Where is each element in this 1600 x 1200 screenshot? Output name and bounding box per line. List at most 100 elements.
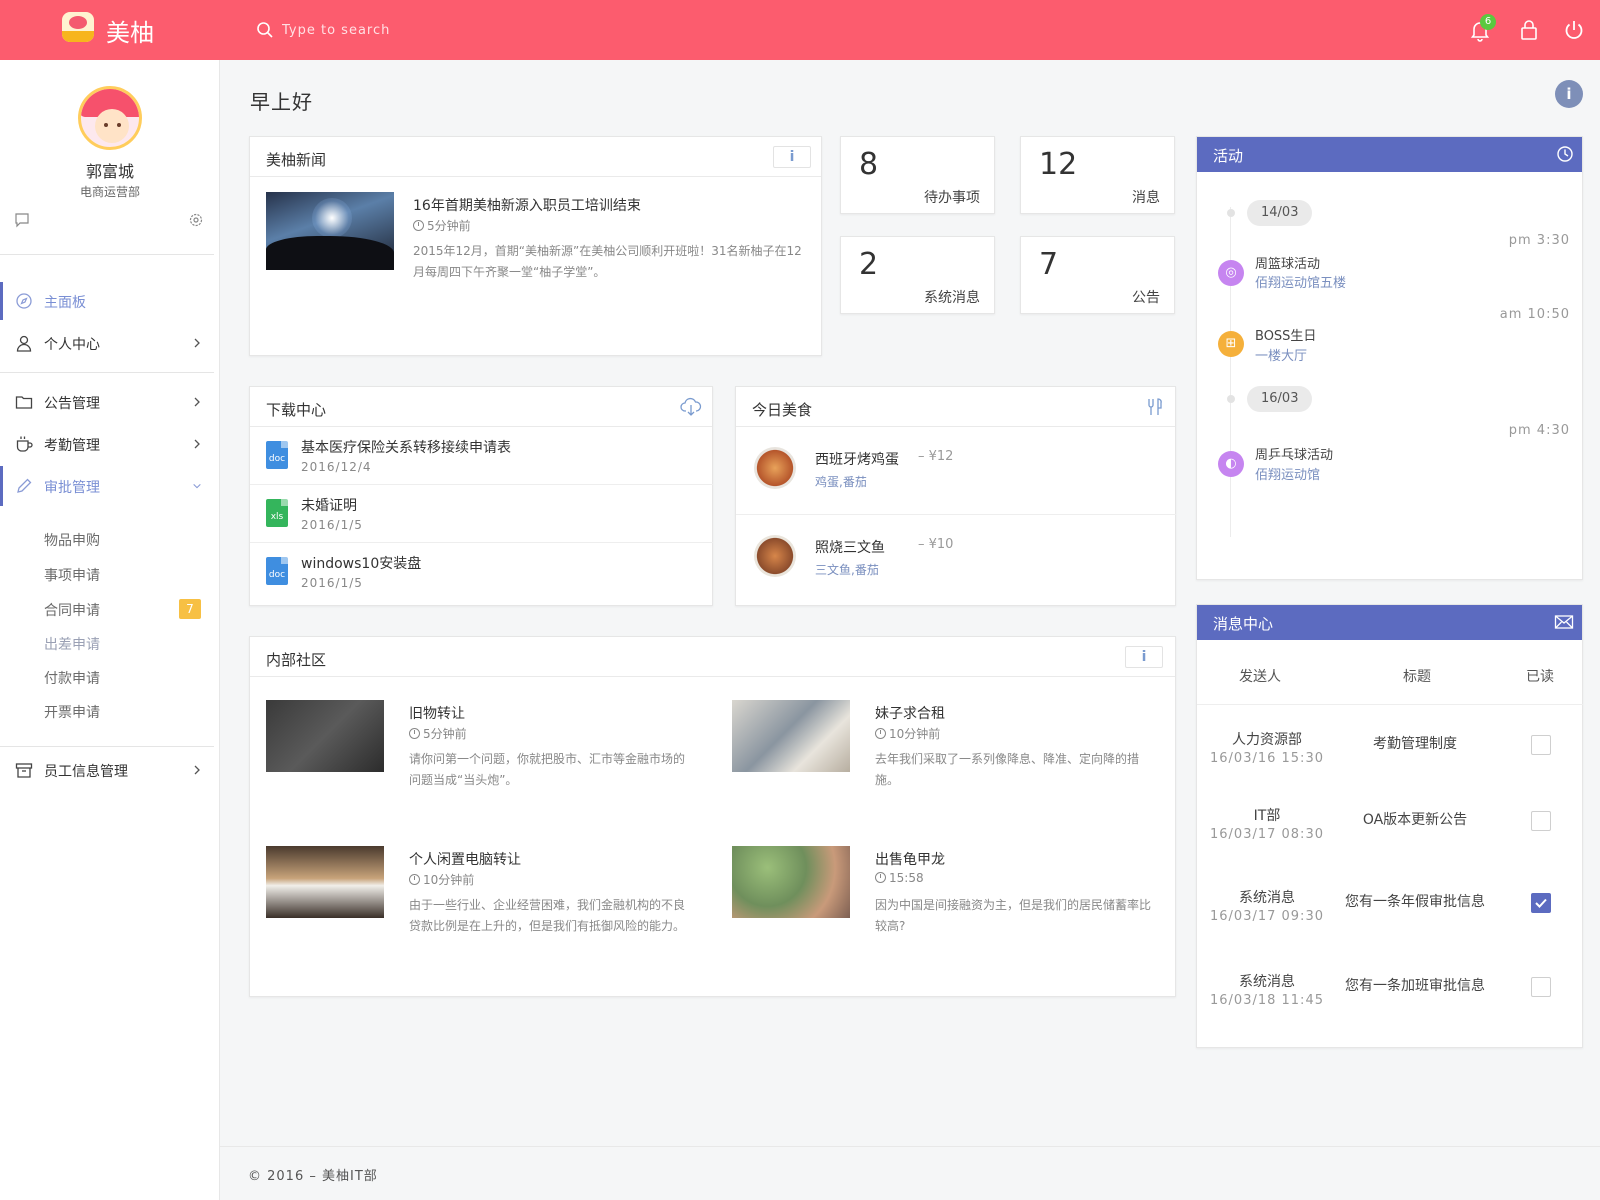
pencil-icon — [17, 478, 32, 493]
sidebar-item-dashboard[interactable]: 主面板 — [0, 281, 214, 321]
food-price: – ¥12 — [918, 449, 954, 464]
read-checkbox[interactable] — [1531, 811, 1551, 831]
sidebar-item-announcements[interactable]: 公告管理 — [0, 382, 214, 422]
timeline-line — [1230, 207, 1231, 537]
list-item[interactable]: 照烧三文鱼 – ¥10 三文鱼,番茄 — [736, 515, 1176, 603]
info-icon[interactable]: i — [1555, 80, 1583, 108]
table-row[interactable]: 系统消息 16/03/18 11:45 您有一条加班审批信息 — [1197, 955, 1583, 1035]
column-header: 标题 — [1403, 669, 1431, 685]
clock-icon — [875, 728, 886, 739]
sidebar-item-approval[interactable]: 审批管理 — [0, 466, 214, 506]
list-item[interactable]: 西班牙烤鸡蛋 – ¥12 鸡蛋,番茄 — [736, 427, 1176, 515]
user-icon — [16, 335, 32, 352]
check-icon — [1535, 898, 1547, 908]
msg-time: 16/03/17 09:30 — [1210, 909, 1324, 924]
utensils-icon[interactable] — [1144, 397, 1164, 417]
app-name[interactable]: 美柚 — [106, 13, 154, 48]
stat-card-todo[interactable]: 8 待办事项 — [840, 136, 995, 214]
post-title[interactable]: 旧物转让 — [409, 703, 465, 723]
news-item-time: 5分钟前 — [413, 217, 471, 234]
sidebar-subitem-matter[interactable]: 事项申请 — [44, 565, 100, 585]
stat-value: 2 — [859, 247, 879, 282]
file-name: 基本医疗保险关系转移接续申请表 — [301, 440, 511, 456]
event-title[interactable]: 周乒乓球活动 — [1255, 444, 1333, 463]
food-tags: 三文鱼,番茄 — [815, 563, 879, 577]
table-row[interactable]: 系统消息 16/03/17 09:30 您有一条年假审批信息 — [1197, 871, 1583, 951]
avatar[interactable] — [78, 86, 142, 150]
sidebar-item-profile[interactable]: 个人中心 — [0, 323, 214, 363]
notification-badge: 6 — [1480, 14, 1496, 30]
post-title[interactable]: 出售龟甲龙 — [875, 849, 945, 869]
event-title[interactable]: BOSS生日 — [1255, 325, 1316, 344]
cloud-download-icon[interactable] — [680, 397, 702, 417]
sidebar-divider — [0, 746, 214, 747]
sidebar-subitem-trip[interactable]: 出差申请 — [44, 634, 100, 654]
message-icon[interactable] — [14, 212, 30, 228]
stat-value: 12 — [1039, 147, 1078, 182]
stat-card-messages[interactable]: 12 消息 — [1020, 136, 1175, 214]
event-title[interactable]: 周篮球活动 — [1255, 253, 1320, 272]
timeline-dot — [1227, 209, 1235, 217]
event-place: 佰翔运动馆五楼 — [1255, 276, 1347, 291]
lock-icon[interactable] — [1517, 18, 1541, 42]
read-checkbox[interactable] — [1531, 735, 1551, 755]
post-image[interactable] — [266, 700, 384, 772]
sidebar-subitem-invoice[interactable]: 开票申请 — [44, 702, 100, 722]
post-image[interactable] — [732, 700, 850, 772]
logo-icon[interactable] — [62, 12, 94, 42]
dashboard-icon — [16, 293, 32, 309]
post-image[interactable] — [266, 846, 384, 918]
sidebar-subitem-purchase[interactable]: 物品申购 — [44, 530, 100, 550]
sidebar — [0, 60, 220, 1200]
msg-title: OA版本更新公告 — [1362, 812, 1468, 828]
envelope-icon[interactable] — [1554, 614, 1574, 630]
post-time: 10分钟前 — [409, 871, 474, 888]
doc-file-icon: doc — [266, 557, 288, 585]
search-icon[interactable] — [256, 21, 274, 39]
sidebar-item-staff[interactable]: 员工信息管理 — [0, 750, 214, 790]
gear-icon[interactable] — [188, 212, 204, 228]
stat-card-system[interactable]: 2 系统消息 — [840, 236, 995, 314]
download-card: 下载中心 doc 基本医疗保险关系转移接续申请表 2016/12/4 xls 未… — [249, 386, 713, 606]
stat-card-announcements[interactable]: 7 公告 — [1020, 236, 1175, 314]
date-pill: 14/03 — [1247, 200, 1313, 226]
post-time: 5分钟前 — [409, 725, 467, 742]
download-header: 下载中心 — [250, 387, 712, 427]
sidebar-item-label: 审批管理 — [44, 480, 100, 496]
sidebar-subitem-contract[interactable]: 合同申请 — [44, 600, 100, 620]
table-row[interactable]: IT部 16/03/17 08:30 OA版本更新公告 — [1197, 789, 1583, 869]
search-input[interactable] — [282, 20, 582, 40]
table-row[interactable]: 人力资源部 16/03/16 15:30 考勤管理制度 — [1197, 711, 1583, 791]
post-time: 10分钟前 — [875, 725, 940, 742]
post-title[interactable]: 个人闲置电脑转让 — [409, 849, 521, 869]
list-item[interactable]: xls 未婚证明 2016/1/5 — [250, 485, 713, 543]
post-image[interactable] — [732, 846, 850, 918]
sidebar-subitem-payment[interactable]: 付款申请 — [44, 668, 100, 688]
post-title[interactable]: 妹子求合租 — [875, 703, 945, 723]
stat-label: 消息 — [1132, 190, 1160, 206]
info-icon[interactable]: i — [1125, 646, 1163, 668]
clock-icon — [409, 874, 420, 885]
post-desc: 去年我们采取了一系列像降息、降准、定向降的措施。 — [875, 752, 1140, 787]
read-checkbox[interactable] — [1531, 977, 1551, 997]
chevron-right-icon — [194, 338, 200, 348]
read-checkbox[interactable] — [1531, 893, 1551, 913]
info-icon[interactable]: i — [773, 146, 811, 168]
footer: © 2016 – 美柚IT部 — [220, 1146, 1600, 1200]
list-item[interactable]: doc 基本医疗保险关系转移接续申请表 2016/12/4 — [250, 427, 713, 485]
msg-sender: 系统消息 — [1239, 890, 1295, 906]
clock-icon[interactable] — [1556, 145, 1574, 163]
event-time: pm 3:30 — [1508, 233, 1570, 248]
news-item-title[interactable]: 16年首期美柚新源入职员工培训结束 — [413, 195, 641, 215]
news-image[interactable] — [266, 192, 394, 270]
food-card: 今日美食 西班牙烤鸡蛋 – ¥12 鸡蛋,番茄 照烧三文鱼 – ¥10 三文鱼,… — [735, 386, 1176, 606]
power-icon[interactable] — [1562, 18, 1586, 42]
msg-time: 16/03/16 15:30 — [1210, 751, 1324, 766]
list-item[interactable]: doc windows10安装盘 2016/1/5 — [250, 543, 713, 601]
sidebar-divider — [0, 372, 214, 373]
msg-sender: IT部 — [1253, 808, 1281, 824]
sidebar-item-attendance[interactable]: 考勤管理 — [0, 424, 214, 464]
message-center-title: 消息中心 — [1213, 615, 1274, 633]
doc-file-icon: doc — [266, 441, 288, 469]
user-name: 郭富城 — [85, 162, 134, 181]
